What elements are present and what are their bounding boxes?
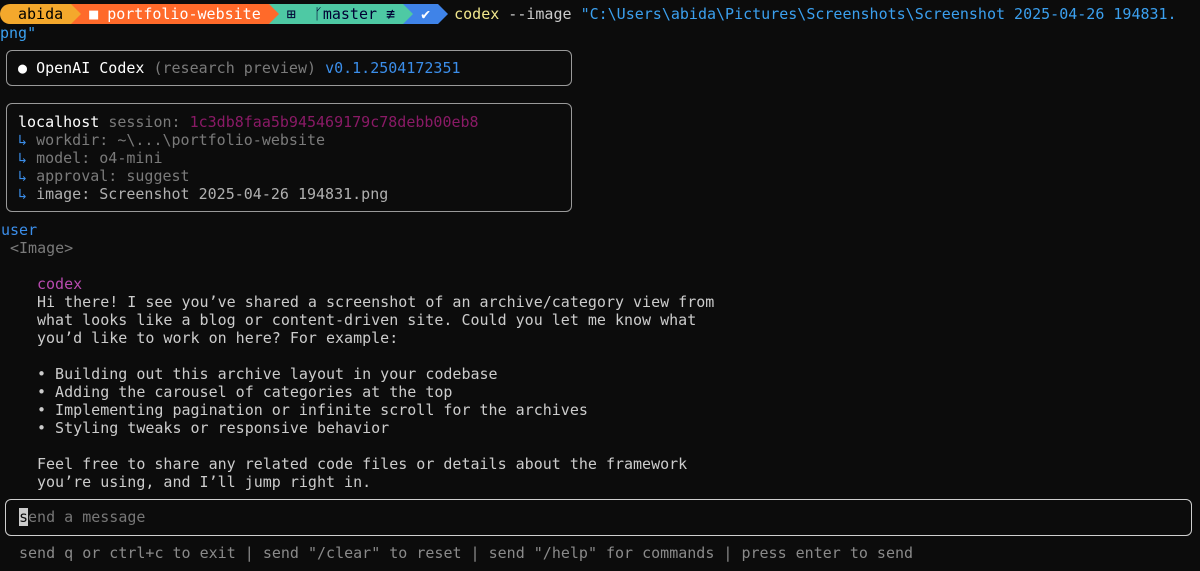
command-arg: "C:\Users\abida\Pictures\Screenshots\Scr… — [580, 5, 1177, 23]
app-version: v0.1.2504172351 — [325, 59, 461, 77]
app-name: OpenAI Codex — [36, 59, 145, 77]
prompt-git-segment: ⊞ ᚴ master ≢ — [278, 4, 404, 24]
prompt-path-segment: ■ portfolio-website — [81, 4, 269, 24]
tree-branch-icon: ↳ — [18, 185, 28, 203]
model-value: model: o4-mini — [36, 149, 163, 167]
approval-line: ↳ approval: suggest — [18, 167, 190, 185]
tree-branch-icon: ↳ — [18, 167, 28, 185]
shell-prompt: abida ■ portfolio-website ⊞ ᚴ master ≢ ✔ code… — [0, 4, 1177, 24]
git-branch-icon: ⊞ ᚴ — [286, 5, 323, 23]
segment-separator — [438, 4, 449, 24]
input-content[interactable]: send a message — [19, 508, 145, 526]
codex-message-line: what looks like a blog or content-driven… — [37, 311, 697, 329]
segment-separator — [71, 4, 82, 24]
codex-message-line: • Styling tweaks or responsive behavior — [37, 419, 390, 437]
image-value: image: Screenshot 2025-04-26 194831.png — [36, 185, 389, 203]
codex-message-line: • Implementing pagination or infinite sc… — [37, 401, 588, 419]
folder-icon: ■ — [89, 5, 108, 23]
command-name: codex — [454, 5, 500, 23]
codex-role-label: codex — [37, 275, 83, 293]
image-line: ↳ image: Screenshot 2025-04-26 194831.pn… — [18, 185, 388, 203]
workdir-line: ↳ workdir: ~\...\portfolio-website — [18, 131, 325, 149]
codex-message-line: you’d like to work on here? For example: — [37, 329, 399, 347]
prompt-branch: master ≢ — [322, 5, 396, 23]
text-cursor: s — [19, 508, 29, 526]
codex-message-line: • Building out this archive layout in yo… — [37, 365, 498, 383]
host-name: localhost — [18, 113, 100, 131]
user-role-label: user — [1, 221, 38, 239]
session-id: 1c3db8faa5b945469179c78debb00eb8 — [189, 113, 479, 131]
segment-separator — [403, 4, 414, 24]
session-info-box: localhost session: 1c3db8faa5b945469179c… — [6, 103, 572, 212]
workdir-value: workdir: ~\...\portfolio-website — [36, 131, 326, 149]
session-label: session: — [108, 113, 181, 131]
codex-message-line: Hi there! I see you’ve shared a screensh… — [37, 293, 715, 311]
message-input[interactable]: send a message — [5, 499, 1192, 536]
footer-hint: send q or ctrl+c to exit | send "/clear"… — [19, 544, 914, 562]
tree-branch-icon: ↳ — [18, 149, 28, 167]
input-placeholder: end a message — [28, 508, 146, 526]
approval-value: approval: suggest — [36, 167, 190, 185]
command-arg-continued: png" — [0, 24, 37, 42]
codex-message-line: Feel free to share any related code file… — [37, 455, 688, 473]
model-line: ↳ model: o4-mini — [18, 149, 163, 167]
status-dot-icon: ● — [18, 59, 28, 77]
app-tag: (research preview) — [153, 59, 317, 77]
codex-message-line: • Adding the carousel of categories at t… — [37, 383, 453, 401]
prompt-user-segment: abida — [0, 4, 72, 24]
prompt-path: portfolio-website — [107, 5, 261, 23]
command-flag: --image — [499, 5, 581, 23]
check-icon: ✔ — [421, 5, 431, 23]
header-line: ● OpenAI Codex (research preview) v0.1.2… — [18, 59, 461, 77]
prompt-status-segment: ✔ — [413, 4, 439, 24]
session-line: localhost session: 1c3db8faa5b945469179c… — [18, 113, 479, 131]
user-message: <Image> — [10, 239, 74, 257]
prompt-user: abida — [18, 5, 64, 23]
codex-message-line: you’re using, and I’ll jump right in. — [37, 473, 372, 491]
tree-branch-icon: ↳ — [18, 131, 28, 149]
codex-header-box: ● OpenAI Codex (research preview) v0.1.2… — [6, 50, 572, 86]
segment-separator — [268, 4, 279, 24]
